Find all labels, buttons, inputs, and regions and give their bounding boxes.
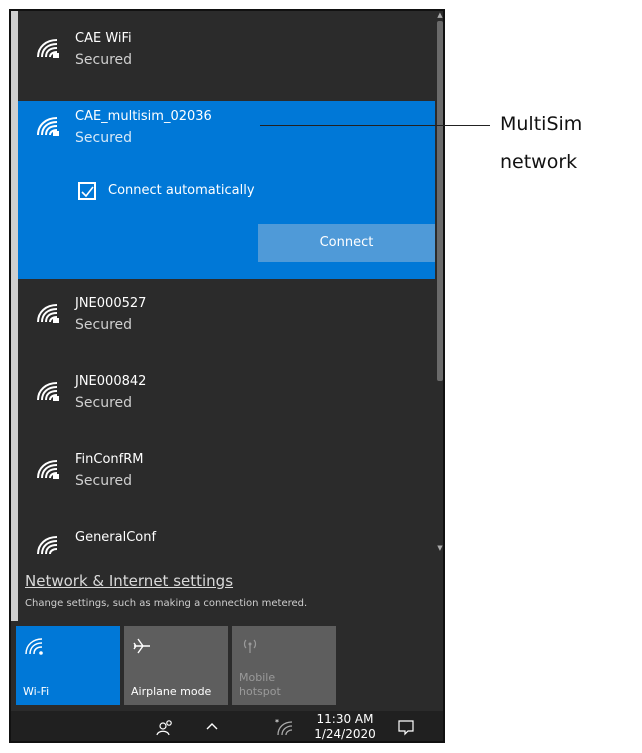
connect-button[interactable]: Connect [258, 224, 435, 262]
network-status: Secured [75, 473, 133, 489]
callout-line-2: network [500, 151, 578, 173]
wifi-signal-icon [37, 39, 59, 58]
network-item[interactable]: JNE000527 Secured [18, 288, 435, 366]
airplane-mode-tile[interactable]: Airplane mode [124, 626, 228, 705]
scroll-up-arrow-icon[interactable]: ▲ [437, 11, 443, 19]
network-status: Secured [75, 317, 133, 333]
network-name: CAE_multisim_02036 [75, 109, 212, 124]
people-icon[interactable] [156, 718, 174, 736]
network-name: GeneralConf [75, 530, 157, 545]
taskbar-clock[interactable]: 11:30 AM 1/24/2020 [313, 710, 377, 741]
wifi-icon [25, 638, 43, 655]
taskbar: * 11:30 AM 1/24/2020 [11, 711, 443, 741]
network-status: Secured [75, 130, 133, 146]
callout-label: MultiSim network [500, 105, 582, 181]
wifi-tile-label: Wi-Fi [23, 685, 50, 698]
svg-text:*: * [275, 718, 279, 727]
callout-line [260, 125, 490, 126]
network-name: JNE000842 [75, 374, 147, 389]
action-center-icon[interactable] [397, 718, 415, 736]
network-item[interactable]: JNE000842 Secured [18, 366, 435, 444]
callout-line-1: MultiSim [500, 113, 583, 135]
airplane-icon [133, 638, 150, 654]
network-item[interactable]: FinConfRM Secured [18, 444, 435, 522]
network-settings-link[interactable]: Network & Internet settings [25, 572, 233, 590]
network-item[interactable]: CAE WiFi Secured [18, 23, 435, 101]
network-name: CAE WiFi [75, 31, 132, 46]
airplane-mode-label: Airplane mode [131, 685, 212, 698]
checkmark-icon [81, 186, 94, 198]
clock-date: 1/24/2020 [314, 727, 376, 741]
wifi-signal-icon [37, 117, 59, 136]
network-status: Secured [75, 52, 133, 68]
wifi-signal-icon [37, 382, 59, 401]
scrollbar-thumb[interactable] [437, 21, 443, 381]
show-hidden-icons-chevron-icon[interactable] [204, 718, 220, 734]
network-name: FinConfRM [75, 452, 144, 467]
flyout-left-edge [11, 11, 18, 621]
taskbar-wifi-icon[interactable]: * [274, 717, 294, 737]
mobile-hotspot-tile[interactable]: Mobile hotspot [232, 626, 336, 705]
hotspot-icon [243, 639, 257, 653]
network-flyout: CAE WiFi Secured CAE_multisim_02036 Secu… [11, 11, 443, 711]
wifi-signal-icon [37, 460, 59, 479]
scroll-down-arrow-icon[interactable]: ▼ [437, 544, 443, 552]
wifi-signal-icon [37, 304, 59, 323]
connect-automatically-checkbox[interactable] [78, 182, 96, 200]
wifi-signal-icon [37, 536, 58, 555]
wifi-toggle-tile[interactable]: Wi-Fi [16, 626, 120, 705]
network-item-selected[interactable]: CAE_multisim_02036 Secured Connect autom… [18, 101, 435, 279]
network-item[interactable]: GeneralConf [18, 522, 435, 558]
network-status: Secured [75, 395, 133, 411]
mobile-hotspot-label: Mobile hotspot [239, 671, 281, 698]
network-settings-description: Change settings, such as making a connec… [25, 598, 308, 609]
clock-time: 11:30 AM [316, 712, 374, 726]
network-flyout-frame: CAE WiFi Secured CAE_multisim_02036 Secu… [9, 9, 445, 743]
network-name: JNE000527 [75, 296, 147, 311]
connect-automatically-label: Connect automatically [108, 183, 255, 198]
